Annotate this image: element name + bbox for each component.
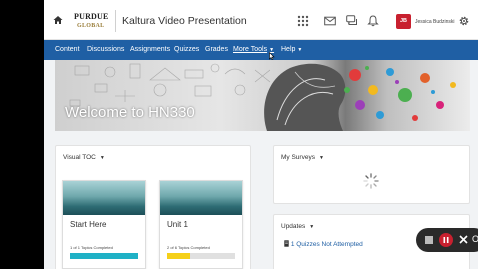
visual-toc-heading[interactable]: Visual TOC ▼ [63,154,105,161]
updates-title: Updates [281,223,306,230]
recorder-label: O [472,234,478,244]
user-name[interactable]: Jessica Budzinski [415,19,454,25]
mouse-cursor-icon [269,52,275,60]
nav-help[interactable]: Help ▼ [281,46,302,53]
tile-title: Start Here [70,220,107,229]
tile-progress-bar [70,253,138,259]
tile-thumbnail [63,181,145,215]
tile-progress-fill [167,253,190,259]
updates-item[interactable]: 1 Quizzes Not Attempted [284,240,363,248]
nav-grades[interactable]: Grades [205,46,228,53]
loading-spinner-icon [363,173,379,189]
logo-top-text: PURDUE [74,12,109,21]
chevron-down-icon: ▼ [297,47,303,53]
tile-title: Unit 1 [167,220,188,229]
nav-discussions[interactable]: Discussions [87,46,124,53]
tile-thumbnail [160,181,242,215]
course-title[interactable]: Kaltura Video Presentation [122,15,247,27]
pause-icon[interactable] [439,233,453,247]
gear-icon[interactable] [458,15,470,27]
lms-page: PURDUE GLOBAL Kaltura Video Presentation… [44,0,478,269]
toc-tile-start-here[interactable]: Start Here 1 of 1 Topics Completed [62,180,146,269]
nav-help-label: Help [281,46,296,53]
bell-icon[interactable] [367,15,379,27]
nav-quizzes[interactable]: Quizzes [174,46,199,53]
mail-icon[interactable] [324,15,336,27]
stop-icon[interactable] [425,236,433,244]
top-header: PURDUE GLOBAL Kaltura Video Presentation… [44,0,478,40]
header-divider [115,10,116,32]
purdue-global-logo[interactable]: PURDUE GLOBAL [74,12,108,34]
my-surveys-title: My Surveys [281,154,315,161]
visual-toc-title: Visual TOC [63,154,96,161]
grid-icon[interactable] [297,15,309,27]
tile-progress-fill [70,253,138,259]
close-icon[interactable] [459,235,468,244]
chevron-down-icon: ▼ [318,155,324,161]
toc-tile-unit-1[interactable]: Unit 1 2 of 6 Topics Completed [159,180,243,269]
my-surveys-heading[interactable]: My Surveys ▼ [281,154,324,161]
tile-progress-text: 2 of 6 Topics Completed [167,245,210,250]
banner-welcome-title: Welcome to HN330 [65,104,195,121]
tile-progress-bar [167,253,235,259]
nav-assignments[interactable]: Assignments [130,46,170,53]
nav-more-tools[interactable]: More Tools ▼ [233,46,274,53]
updates-heading[interactable]: Updates ▼ [281,223,314,230]
chat-icon[interactable] [346,15,358,27]
course-banner: Welcome to HN330 [55,60,470,131]
nav-more-tools-label: More Tools [233,46,268,53]
chevron-down-icon: ▼ [309,224,315,230]
updates-count[interactable]: 1 [291,241,295,248]
recording-toolbar: O [416,228,478,252]
quiz-icon [284,240,289,247]
course-navbar: Content Discussions Assignments Quizzes … [44,40,478,60]
home-icon[interactable] [53,15,63,25]
logo-bottom-text: GLOBAL [77,23,105,29]
user-avatar[interactable]: JB [396,14,411,29]
tile-progress-text: 1 of 1 Topics Completed [70,245,113,250]
chevron-down-icon: ▼ [99,155,105,161]
quizzes-not-attempted-link[interactable]: Quizzes Not Attempted [296,241,362,248]
nav-content[interactable]: Content [55,46,80,53]
